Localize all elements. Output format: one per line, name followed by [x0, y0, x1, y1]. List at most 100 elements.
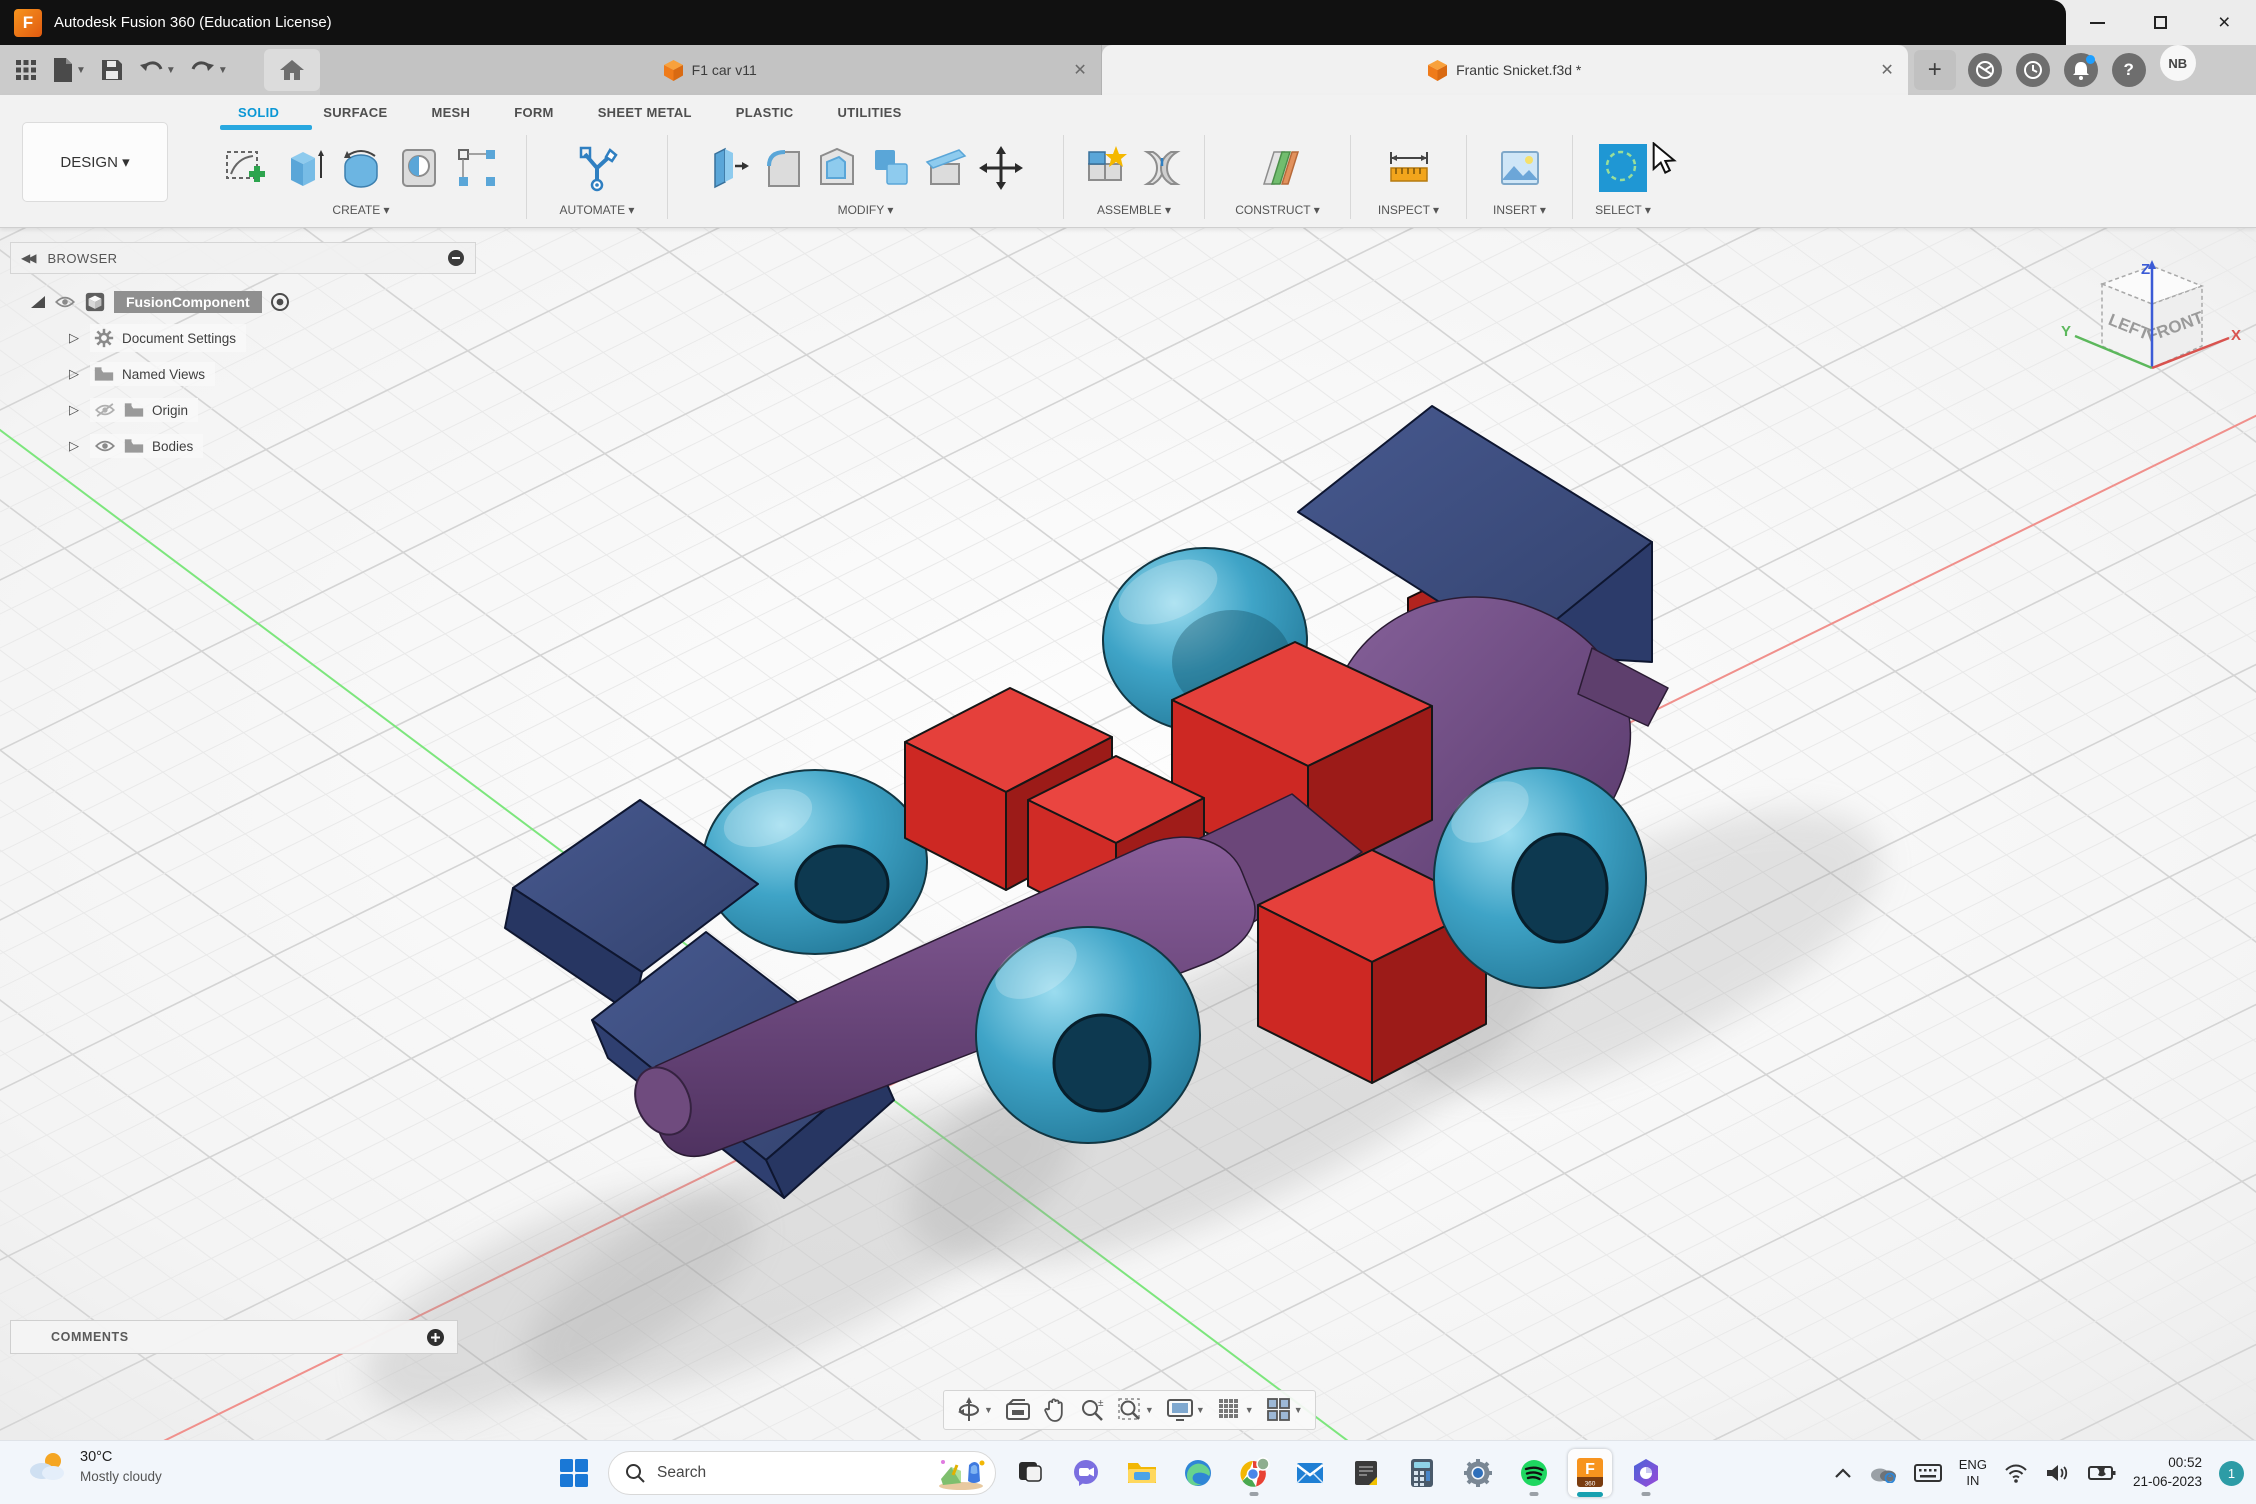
fillet-button[interactable] — [761, 142, 805, 194]
group-label-modify[interactable]: MODIFY ▾ — [838, 203, 894, 219]
maximize-button[interactable] — [2141, 5, 2181, 41]
tab-close-icon[interactable]: ✕ — [1073, 60, 1086, 80]
group-label-create[interactable]: CREATE ▾ — [332, 203, 389, 219]
minimize-panel-icon[interactable] — [447, 249, 465, 267]
settings-button[interactable] — [1456, 1449, 1500, 1497]
search-highlight-doodle[interactable] — [935, 1455, 987, 1491]
browser-header[interactable]: ◀◀ BROWSER — [10, 242, 476, 274]
wifi-icon[interactable] — [2004, 1463, 2028, 1483]
file-menu-button[interactable]: ▼ — [48, 53, 90, 87]
create-sketch-button[interactable] — [221, 142, 269, 194]
expand-caret-icon[interactable]: ▷ — [66, 402, 82, 418]
tree-item-label[interactable]: Bodies — [152, 439, 193, 454]
root-component-label[interactable]: FusionComponent — [114, 291, 262, 313]
expand-caret-icon[interactable]: ▷ — [66, 330, 82, 346]
look-at-button[interactable] — [1001, 1396, 1035, 1424]
hole-button[interactable] — [395, 142, 443, 194]
collapse-panel-icon[interactable]: ◀◀ — [21, 251, 37, 265]
document-tab-f1-car[interactable]: F1 car v11 ✕ — [319, 45, 1102, 95]
help-button[interactable]: ? — [2111, 53, 2146, 87]
viewports-button[interactable]: ▼ — [1262, 1395, 1307, 1425]
display-settings-caret-icon[interactable]: ▼ — [1196, 1405, 1205, 1415]
visibility-eye-icon[interactable] — [94, 439, 116, 453]
group-label-construct[interactable]: CONSTRUCT ▾ — [1235, 203, 1319, 219]
orbit-caret-icon[interactable]: ▼ — [984, 1405, 993, 1415]
microsoft-365-button[interactable] — [1624, 1449, 1668, 1497]
group-label-automate[interactable]: AUTOMATE ▾ — [560, 203, 635, 219]
extrude-button[interactable] — [279, 142, 327, 194]
onedrive-icon[interactable] — [1869, 1463, 1897, 1483]
tree-row-origin[interactable]: ▷ Origin — [10, 392, 476, 428]
zoom-window-caret-icon[interactable]: ▼ — [1145, 1405, 1154, 1415]
user-avatar[interactable]: NB — [2159, 45, 2196, 81]
save-button[interactable] — [96, 54, 128, 86]
undo-button[interactable]: ▼ — [134, 55, 180, 85]
language-indicator[interactable]: ENG IN — [1959, 1457, 1987, 1490]
notification-count-badge[interactable]: 1 — [2219, 1460, 2244, 1486]
minimize-button[interactable] — [2078, 5, 2118, 41]
pattern-button[interactable] — [453, 142, 501, 194]
tab-mesh[interactable]: MESH — [431, 105, 470, 120]
press-pull-button[interactable] — [707, 142, 751, 194]
orbit-button[interactable]: ▼ — [952, 1395, 997, 1425]
grid-snaps-caret-icon[interactable]: ▼ — [1245, 1405, 1254, 1415]
battery-icon[interactable] — [2087, 1464, 2116, 1482]
fusion-360-taskbar-button[interactable]: F 360 — [1568, 1449, 1612, 1497]
tab-solid[interactable]: SOLID — [238, 105, 279, 120]
notepad-button[interactable] — [1344, 1449, 1388, 1497]
spotify-button[interactable] — [1512, 1449, 1556, 1497]
taskbar-search[interactable]: Search — [608, 1451, 996, 1495]
add-comment-icon[interactable] — [426, 1328, 445, 1347]
task-view-button[interactable] — [1008, 1449, 1052, 1497]
revolve-button[interactable] — [337, 142, 385, 194]
app-grid-button[interactable] — [10, 54, 42, 86]
file-explorer-button[interactable] — [1120, 1449, 1164, 1497]
home-view-button[interactable] — [263, 49, 320, 91]
tab-surface[interactable]: SURFACE — [323, 105, 387, 120]
expand-caret-icon[interactable]: ▷ — [66, 438, 82, 454]
tree-row-root[interactable]: FusionComponent — [10, 284, 476, 320]
tab-form[interactable]: FORM — [514, 105, 553, 120]
construct-plane-button[interactable] — [1254, 142, 1302, 194]
zoom-button[interactable]: ± — [1075, 1395, 1109, 1425]
expand-caret-icon[interactable]: ▷ — [66, 366, 82, 382]
new-tab-button[interactable]: + — [1913, 50, 1956, 90]
group-label-inspect[interactable]: INSPECT ▾ — [1378, 203, 1439, 219]
new-component-button[interactable] — [1083, 142, 1129, 194]
tray-chevron-icon[interactable] — [1834, 1467, 1852, 1479]
joint-button[interactable] — [1139, 142, 1185, 194]
notifications-button[interactable] — [2063, 53, 2098, 87]
activate-radio-icon[interactable] — [270, 292, 290, 312]
tree-row-document-settings[interactable]: ▷ Document Settings — [10, 320, 476, 356]
expand-caret-icon[interactable] — [30, 295, 46, 309]
tab-close-icon[interactable]: ✕ — [1880, 60, 1893, 80]
start-button[interactable] — [552, 1449, 596, 1497]
grid-snaps-button[interactable]: ▼ — [1213, 1395, 1258, 1425]
tree-row-named-views[interactable]: ▷ Named Views — [10, 356, 476, 392]
workspace-selector[interactable]: DESIGN ▾ — [22, 122, 168, 202]
insert-button[interactable] — [1496, 142, 1544, 194]
group-label-insert[interactable]: INSERT ▾ — [1493, 203, 1546, 219]
measure-button[interactable] — [1385, 142, 1433, 194]
tree-item-label[interactable]: Named Views — [122, 367, 205, 382]
combine-button[interactable] — [869, 142, 913, 194]
calculator-button[interactable] — [1400, 1449, 1444, 1497]
viewports-caret-icon[interactable]: ▼ — [1294, 1405, 1303, 1415]
chat-button[interactable] — [1064, 1449, 1108, 1497]
job-status-button[interactable] — [2015, 53, 2050, 87]
tree-item-label[interactable]: Origin — [152, 403, 188, 418]
chrome-button[interactable] — [1232, 1449, 1276, 1497]
extensions-button[interactable] — [1967, 53, 2002, 87]
document-tab-frantic-snicket[interactable]: Frantic Snicket.f3d * ✕ — [1101, 45, 1908, 95]
select-button[interactable] — [1597, 142, 1649, 194]
group-label-select[interactable]: SELECT ▾ — [1595, 203, 1651, 219]
tree-item-label[interactable]: Document Settings — [122, 331, 236, 346]
view-cube[interactable]: LEFT FRONT Z Y X — [2057, 252, 2242, 437]
weather-widget[interactable]: 30°C Mostly cloudy — [26, 1448, 162, 1486]
tab-utilities[interactable]: UTILITIES — [837, 105, 901, 120]
display-settings-button[interactable]: ▼ — [1162, 1396, 1209, 1424]
automate-button[interactable] — [573, 142, 621, 194]
clock[interactable]: 00:52 21-06-2023 — [2133, 1454, 2202, 1492]
edge-button[interactable] — [1176, 1449, 1220, 1497]
shell-button[interactable] — [815, 142, 859, 194]
